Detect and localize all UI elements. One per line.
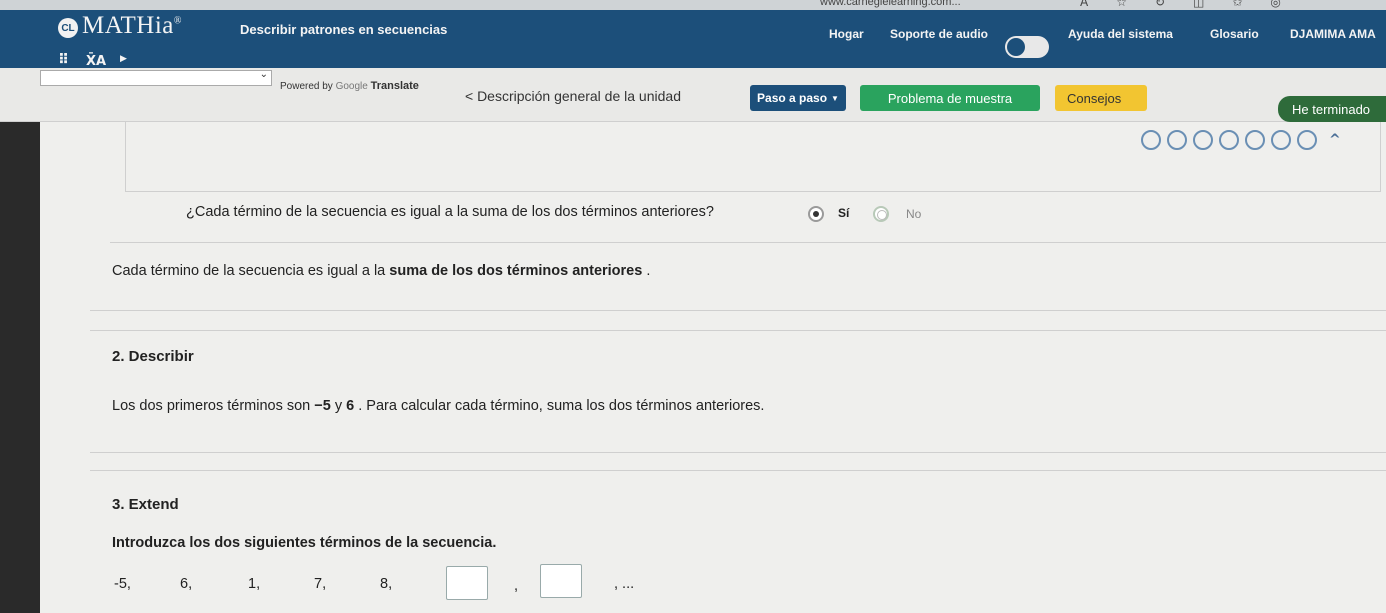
powered-by-label: Powered by [280,81,333,92]
collapse-chevron-icon[interactable]: ^ [1329,132,1341,148]
app-header: CL MATHia® Describir patrones en secuenc… [0,10,1386,69]
radio-yes[interactable] [808,206,824,222]
next-term-input-2[interactable] [540,564,582,598]
section-2-title: 2. Describir [112,348,194,365]
progress-dot [1297,130,1317,150]
expand-triangle-icon[interactable]: ▶ [120,54,127,64]
google-label: Google [335,81,368,92]
progress-dot [1167,130,1187,150]
logo-text: MATHia [82,12,174,39]
step-progress: ^ [1141,130,1341,150]
translate-icon[interactable]: X̄A [86,54,106,69]
audio-toggle-switch[interactable] [1005,36,1049,58]
sequence-term: 7, [314,576,327,592]
google-translate-credit: Powered by Google Translate [280,80,419,92]
s2-mid: y [330,398,347,414]
divider [90,310,1386,311]
nav-system-help[interactable]: Ayuda del sistema [1068,27,1173,41]
address-bar-url[interactable]: www.carnegielearning.com... [820,0,961,8]
statement-prefix: Cada término de la secuencia es igual a … [112,263,390,279]
s2-term2: 6 [346,398,355,414]
drag-handle-icon[interactable]: ⠿ [58,52,69,68]
page-title: Describir patrones en secuencias [240,22,448,37]
term-separator: , [514,578,519,594]
browser-icons: A☆↻◫✩◎ [1080,0,1309,9]
translate-label: Translate [370,80,419,92]
statement-suffix: . [642,263,651,279]
language-select[interactable]: ⌄ [40,69,272,86]
mathia-logo: MATHia® [82,12,182,40]
section-3-instruction: Introduzca los dos siguientes términos d… [112,535,497,551]
nav-home-link[interactable]: Hogar [829,27,864,41]
problem-area: ^ ¿Cada término de la secuencia es igual… [40,122,1386,613]
radio-no[interactable] [873,206,889,222]
s2-prefix: Los dos primeros términos son [112,398,315,414]
unit-overview-link[interactable]: < Descripción general de la unidad [465,88,681,104]
progress-dot [1141,130,1161,150]
progress-panel: ^ [125,122,1381,192]
sequence-term: 1, [248,576,261,592]
divider [90,452,1386,453]
progress-dot [1245,130,1265,150]
section-2-text: Los dos primeros términos son −5 y 6 . P… [112,398,764,414]
option-yes-label: Sí [838,206,850,220]
nav-user-name[interactable]: DJAMIMA AMA [1290,27,1376,41]
carnegie-logo-icon: CL [58,18,78,38]
sequence-term: 6, [180,576,193,592]
lesson-toolbar: ⌄ Powered by Google Translate < Descripc… [0,68,1386,122]
next-term-input-1[interactable] [446,566,488,600]
option-no-label: No [906,207,922,221]
progress-dot [1271,130,1291,150]
divider [110,242,1386,243]
progress-dot [1193,130,1213,150]
chevron-down-icon: ⌄ [259,69,268,80]
s2-suffix: . Para calcular cada término, suma los d… [354,398,765,414]
browser-toolbar: www.carnegielearning.com... A☆↻◫✩◎ [0,0,1386,10]
step-by-step-label: Paso a paso [757,91,828,105]
nav-glossary[interactable]: Glosario [1210,27,1259,41]
sequence-ellipsis: , ... [614,576,635,592]
nav-audio-support[interactable]: Soporte de audio [890,27,988,41]
question-text: ¿Cada término de la secuencia es igual a… [186,204,714,220]
dropdown-caret-icon: ▼ [831,93,839,103]
sequence-term: -5, [114,576,131,592]
sequence-term: 8, [380,576,393,592]
step-by-step-button[interactable]: Paso a paso ▼ [750,85,846,111]
divider [90,470,1386,471]
done-button[interactable]: He terminado [1278,96,1386,122]
s2-term1: −5 [314,398,331,414]
registered-mark: ® [173,15,182,27]
progress-dot [1219,130,1239,150]
section-3-title: 3. Extend [112,496,179,513]
statement-bold: suma de los dos términos anteriores [389,263,643,279]
pattern-statement: Cada término de la secuencia es igual a … [112,263,650,279]
sample-problem-button[interactable]: Problema de muestra [860,85,1040,111]
divider [90,330,1386,331]
hints-button[interactable]: Consejos [1055,85,1147,111]
